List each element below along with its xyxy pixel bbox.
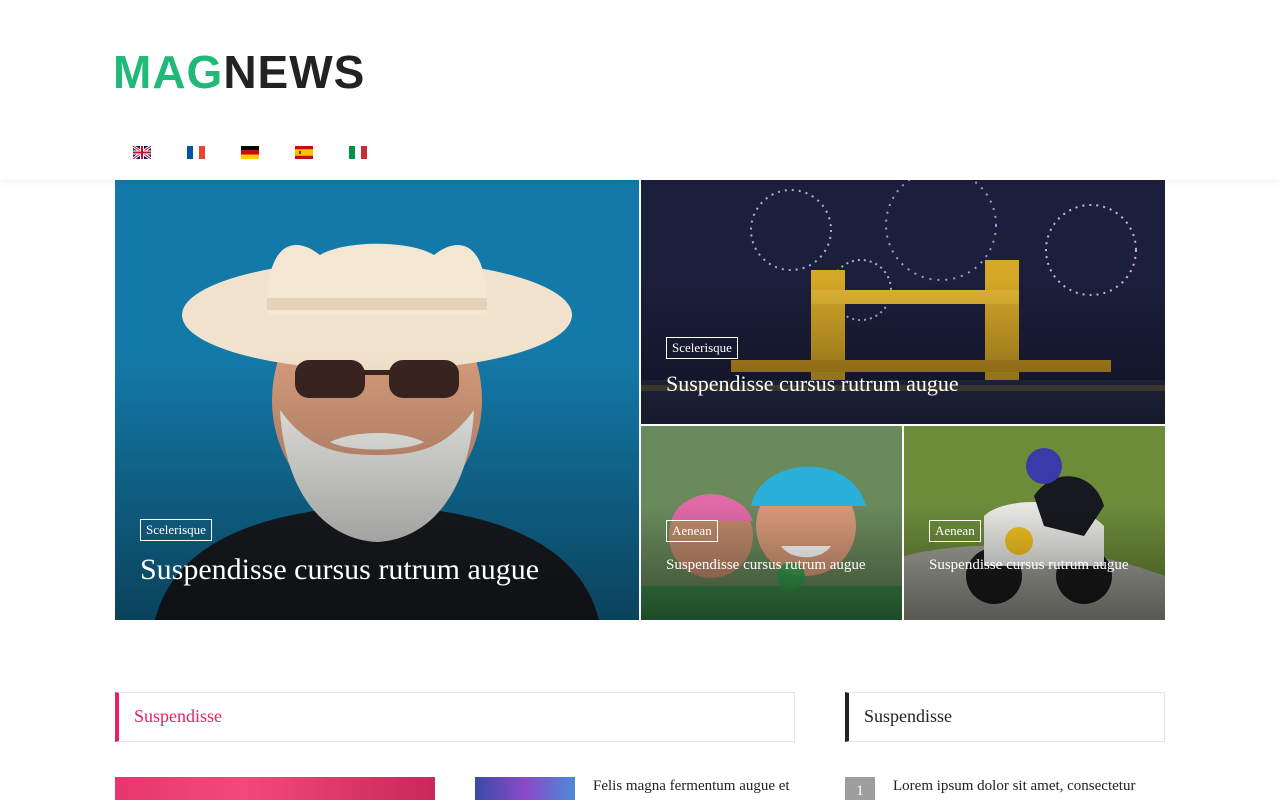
featured-post-thumbnail[interactable] [115, 777, 435, 800]
small-post-title[interactable]: Felis magna fermentum augue et [593, 778, 790, 795]
logo-news-text: NEWS [223, 46, 366, 98]
language-switcher [133, 146, 367, 159]
category-badge[interactable]: Aenean [929, 520, 981, 542]
rank-badge: 1 [845, 777, 875, 800]
flag-italy-icon[interactable] [349, 146, 367, 159]
hero-bottom-left-post[interactable]: Aenean Suspendisse cursus rutrum augue [641, 426, 902, 620]
small-post-thumbnail[interactable] [475, 777, 575, 800]
flag-spain-icon[interactable] [295, 146, 313, 159]
category-badge[interactable]: Scelerisque [140, 519, 212, 541]
sidebar-post-title[interactable]: Lorem ipsum dolor sit amet, consectetur [893, 778, 1135, 795]
hero-main-post[interactable]: Scelerisque Suspendisse cursus rutrum au… [115, 180, 639, 620]
hero-bottom-right-post[interactable]: Aenean Suspendisse cursus rutrum augue [904, 426, 1165, 620]
flag-germany-icon[interactable] [241, 146, 259, 159]
hero-bottom-left-title[interactable]: Suspendisse cursus rutrum augue [666, 556, 876, 574]
section-title[interactable]: Suspendisse [134, 706, 222, 727]
site-header: MAGNEWS [0, 0, 1280, 180]
site-logo[interactable]: MAGNEWS [113, 44, 365, 100]
hero-top-title[interactable]: Suspendisse cursus rutrum augue [666, 371, 1136, 397]
category-badge[interactable]: Scelerisque [666, 337, 738, 359]
hero-featured-grid: Scelerisque Suspendisse cursus rutrum au… [115, 180, 1165, 620]
sidebar-title: Suspendisse [864, 706, 953, 726]
hero-bottom-right-title[interactable]: Suspendisse cursus rutrum augue [929, 556, 1139, 574]
flag-france-icon[interactable] [187, 146, 205, 159]
hero-main-title[interactable]: Suspendisse cursus rutrum augue [140, 552, 610, 588]
section-heading-sidebar: Suspendisse [845, 692, 1165, 742]
flag-uk-icon[interactable] [133, 146, 151, 159]
section-heading-main: Suspendisse [115, 692, 795, 742]
category-badge[interactable]: Aenean [666, 520, 718, 542]
logo-mag-text: MAG [113, 46, 224, 98]
hero-top-post[interactable]: Scelerisque Suspendisse cursus rutrum au… [641, 180, 1165, 424]
